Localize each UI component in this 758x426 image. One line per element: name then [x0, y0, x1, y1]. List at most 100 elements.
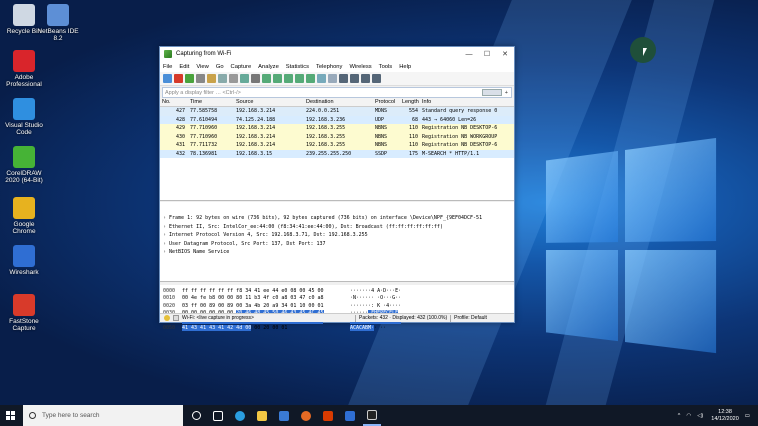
desktop-icon[interactable]: Google Chrome: [2, 197, 46, 235]
filter-expression-button[interactable]: [481, 89, 502, 96]
close-button[interactable]: ✕: [496, 50, 514, 58]
title-bar[interactable]: Capturing from Wi-Fi — ☐ ✕: [160, 47, 514, 61]
cortana-icon[interactable]: [187, 405, 205, 426]
minimize-button[interactable]: —: [460, 51, 478, 58]
packet-row[interactable]: 427 77.585758 192.168.3.214 224.0.0.251 MDNS…: [160, 107, 514, 116]
start-button[interactable]: [0, 405, 20, 426]
go-to-packet-icon[interactable]: [284, 74, 293, 83]
find-packet-icon[interactable]: [251, 74, 260, 83]
desktop-icon[interactable]: Wireshark: [2, 245, 46, 276]
menu-item[interactable]: File: [163, 64, 172, 70]
maximize-button[interactable]: ☐: [478, 50, 496, 58]
expand-arrow-icon[interactable]: ›: [163, 249, 166, 255]
detail-row[interactable]: › NetBIOS Name Service: [160, 249, 514, 258]
go-back-icon[interactable]: [262, 74, 271, 83]
column-header[interactable]: Info: [420, 99, 514, 105]
colorize-icon[interactable]: [328, 74, 337, 83]
autoscroll-icon[interactable]: [317, 74, 326, 83]
menu-item[interactable]: Edit: [179, 64, 189, 70]
zoom-out-icon[interactable]: [350, 74, 359, 83]
menu-item[interactable]: Telephony: [316, 64, 342, 70]
expand-arrow-icon[interactable]: ›: [163, 241, 166, 247]
zoom-in-icon[interactable]: [339, 74, 348, 83]
capture-options-icon[interactable]: [196, 74, 205, 83]
explorer-icon[interactable]: [253, 405, 271, 426]
menu-item[interactable]: Tools: [379, 64, 393, 70]
desktop-icon-label: Wireshark: [9, 269, 39, 276]
show-hidden-icons[interactable]: ^: [678, 413, 681, 419]
menu-item[interactable]: View: [196, 64, 208, 70]
terminal-icon[interactable]: [363, 405, 381, 426]
firefox-icon[interactable]: [297, 405, 315, 426]
close-file-icon[interactable]: [229, 74, 238, 83]
display-filter-bar[interactable]: Apply a display filter … <Ctrl-/> +: [162, 87, 512, 98]
column-header[interactable]: Destination: [304, 99, 373, 105]
packet-details[interactable]: › Frame 1: 92 bytes on wire (736 bits), 9…: [160, 202, 514, 282]
detail-row[interactable]: › Ethernet II, Src: IntelCor_ee:44:00 (f8…: [160, 224, 514, 233]
bytes-row[interactable]: 0010 00 4e fe b8 00 00 80 11 b3 4f c0 a8 …: [160, 295, 514, 303]
edge-icon[interactable]: [231, 405, 249, 426]
packet-row[interactable]: 431 77.711732 192.168.3.214 192.168.3.255 NB…: [160, 141, 514, 150]
bytes-row[interactable]: 0020 03 ff 00 89 00 89 00 3a 4b 20 a9 34 …: [160, 302, 514, 310]
menu-item[interactable]: Help: [399, 64, 411, 70]
desktop-icon[interactable]: Adobe Professional: [2, 50, 46, 88]
column-header[interactable]: Protocol: [373, 99, 400, 105]
office-icon[interactable]: [319, 405, 337, 426]
column-header[interactable]: Length: [400, 99, 420, 105]
expand-arrow-icon[interactable]: ›: [163, 215, 166, 221]
bytes-row[interactable]: 0050 41 43 41 43 41 42 4d 00 00 20 00 01 A…: [160, 325, 514, 333]
expert-info-icon[interactable]: [164, 315, 170, 321]
expand-arrow-icon[interactable]: ›: [163, 232, 166, 238]
column-header[interactable]: No.: [160, 99, 188, 105]
menu-item[interactable]: Analyze: [258, 64, 279, 70]
add-filter-button[interactable]: +: [505, 90, 508, 96]
packet-list[interactable]: No. Time Source Destination Protocol Len…: [160, 98, 514, 201]
packet-row[interactable]: 429 77.710960 192.168.3.214 192.168.3.255 NB…: [160, 124, 514, 133]
desktop-icon[interactable]: CorelDRAW 2020 (64-Bit): [2, 146, 46, 184]
restart-capture-icon[interactable]: [185, 74, 194, 83]
wireshark-icon[interactable]: [341, 405, 359, 426]
detail-row[interactable]: › Frame 1: 92 bytes on wire (736 bits), 9…: [160, 215, 514, 224]
taskbar-search[interactable]: Type here to search: [23, 405, 183, 426]
normal-size-icon[interactable]: [361, 74, 370, 83]
expand-arrow-icon[interactable]: ›: [163, 224, 166, 230]
display-filter-input[interactable]: Apply a display filter … <Ctrl-/>: [165, 90, 482, 96]
stop-capture-icon[interactable]: [174, 74, 183, 83]
detail-row[interactable]: › User Datagram Protocol, Src Port: 137, …: [160, 241, 514, 250]
desktop-icon[interactable]: FastStone Capture: [2, 294, 46, 332]
packet-row[interactable]: 430 77.710960 192.168.3.214 192.168.3.255 NB…: [160, 132, 514, 141]
capture-comment-icon[interactable]: [173, 315, 179, 321]
task-view-icon[interactable]: [209, 405, 227, 426]
first-packet-icon[interactable]: [295, 74, 304, 83]
packet-cell-dst: 192.168.3.255: [306, 142, 346, 149]
detail-row[interactable]: › Internet Protocol Version 4, Src: 192.1…: [160, 232, 514, 241]
desktop-icon[interactable]: NetBeans IDE 8.2: [36, 4, 80, 42]
menu-item[interactable]: Go: [216, 64, 224, 70]
resize-columns-icon[interactable]: [372, 74, 381, 83]
save-file-icon[interactable]: [218, 74, 227, 83]
mail-icon[interactable]: [275, 405, 293, 426]
start-capture-icon[interactable]: [163, 74, 172, 83]
reload-icon[interactable]: [240, 74, 249, 83]
column-header[interactable]: Time: [188, 99, 234, 105]
column-header[interactable]: Source: [234, 99, 304, 105]
open-file-icon[interactable]: [207, 74, 216, 83]
bytes-row[interactable]: 0000 ff ff ff ff ff ff f8 34 41 ee 44 e0 …: [160, 287, 514, 295]
menu-item[interactable]: Statistics: [286, 64, 309, 70]
main-toolbar: [160, 72, 514, 86]
profile-status[interactable]: Profile: Default: [454, 315, 487, 321]
app-icon: [47, 4, 69, 26]
packet-bytes[interactable]: 0000 ff ff ff ff ff ff f8 34 41 ee 44 e0 …: [160, 285, 514, 332]
app-icon: [13, 98, 35, 120]
notifications-icon[interactable]: ▭: [745, 413, 750, 419]
last-packet-icon[interactable]: [306, 74, 315, 83]
menu-item[interactable]: Capture: [231, 64, 252, 70]
network-icon[interactable]: ◠: [686, 413, 691, 419]
clock[interactable]: 12:38 14/12/2020: [711, 409, 739, 423]
packet-row[interactable]: 428 77.610494 74.125.24.188 192.168.3.236 UD…: [160, 115, 514, 124]
packet-row[interactable]: 432 78.136981 192.168.3.15 239.255.255.250 S…: [160, 149, 514, 158]
go-forward-icon[interactable]: [273, 74, 282, 83]
desktop-icon[interactable]: Visual Studio Code: [2, 98, 46, 136]
volume-icon[interactable]: ◁): [697, 413, 703, 419]
menu-item[interactable]: Wireless: [349, 64, 371, 70]
